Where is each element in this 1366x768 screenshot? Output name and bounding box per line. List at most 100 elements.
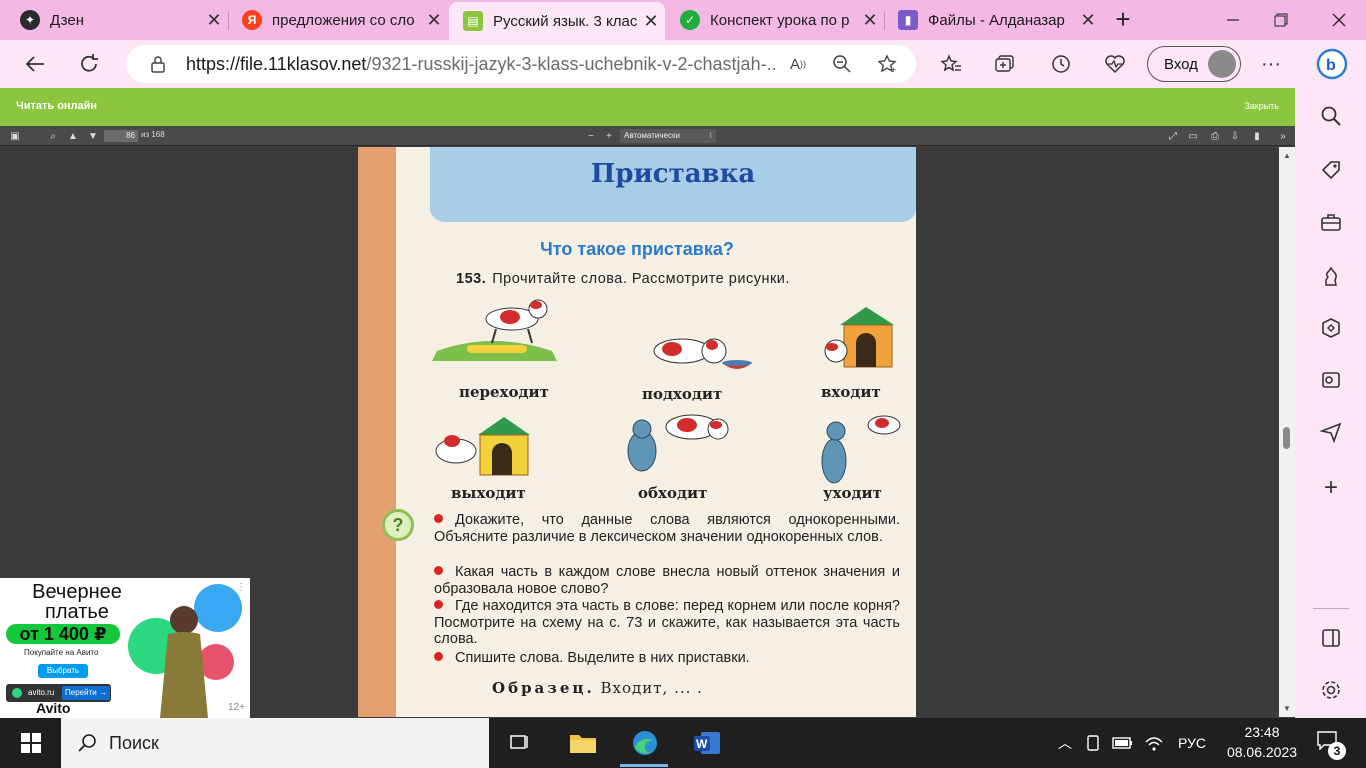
folder-icon: ▮	[898, 10, 918, 30]
microsoft-365-icon[interactable]	[1317, 314, 1345, 342]
notification-center-button[interactable]: 3	[1316, 730, 1346, 760]
sample-answer: Образец. Входит, ... .	[492, 679, 703, 697]
question-4: Спишите слова. Выделите в них приставки.	[434, 650, 900, 667]
games-chess-icon[interactable]	[1317, 262, 1345, 290]
url-text[interactable]: https://file.11klasov.net/9321-russkij-j…	[186, 54, 776, 75]
more-icon: ···	[1261, 52, 1281, 75]
tab-lesson-plan[interactable]: ✓ Конспект урока по р ✕	[666, 4, 885, 36]
battery-icon[interactable]	[1112, 718, 1138, 768]
shopping-tag-icon[interactable]	[1317, 156, 1345, 184]
add-favorite-icon[interactable]: +	[876, 52, 900, 76]
tab-files[interactable]: ▮ Файлы - Алданазар ✕	[884, 4, 1102, 36]
open-file-icon[interactable]: ▭	[1186, 129, 1200, 143]
dog-leaving-cat-illustration	[821, 415, 901, 484]
book-icon: ▤	[463, 11, 483, 31]
avito-ad-banner[interactable]: Вечернее платье от 1 400 ₽ Покупайте на …	[0, 578, 250, 718]
lock-icon[interactable]	[146, 52, 170, 76]
add-sidebar-app-icon[interactable]: +	[1317, 474, 1345, 502]
close-tab-icon[interactable]: ✕	[856, 10, 884, 31]
taskbar-search-box[interactable]: Поиск	[61, 718, 489, 768]
wifi-icon[interactable]	[1144, 718, 1168, 768]
word-ukhodit: уходит	[823, 484, 882, 502]
close-tab-icon[interactable]: ✕	[1074, 10, 1102, 31]
word-perekhodit: переходит	[459, 383, 549, 401]
more-menu-button[interactable]: ···	[1254, 48, 1288, 80]
navigation-bar: https://file.11klasov.net/9321-russkij-j…	[0, 40, 1366, 88]
pdf-scrollbar[interactable]: ▲ ▼	[1279, 147, 1295, 717]
new-tab-button[interactable]: +	[1108, 6, 1138, 34]
search-icon[interactable]: ⌕	[46, 129, 60, 143]
taskbar-clock[interactable]: 23:48 08.06.2023	[1222, 722, 1302, 762]
close-tab-icon[interactable]: ✕	[637, 11, 665, 32]
bookmark-icon[interactable]: ▮	[1250, 129, 1264, 143]
word-taskbar-button[interactable]: W	[691, 727, 723, 759]
refresh-button[interactable]	[72, 48, 106, 80]
presentation-mode-icon[interactable]: ⤢	[1166, 129, 1180, 143]
scroll-up-icon: ▲	[1283, 151, 1291, 160]
zoom-in-button[interactable]: +	[602, 129, 616, 143]
sidebar-settings-icon[interactable]	[1317, 676, 1345, 704]
dog-crossing-bridge-illustration	[432, 299, 557, 361]
previous-page-icon[interactable]: ▲	[66, 129, 80, 143]
textbook-page: Приставка Что такое приставка? 153. Прочи…	[358, 147, 916, 717]
next-page-icon[interactable]: ▼	[86, 129, 100, 143]
tab-yandex[interactable]: Я предложения со сло ✕	[228, 4, 448, 36]
favorites-icon	[940, 54, 961, 72]
toolbox-icon[interactable]	[1317, 208, 1345, 236]
svg-text:b: b	[1326, 57, 1336, 74]
tools-menu-icon[interactable]: »	[1276, 129, 1290, 143]
task-view-icon	[510, 735, 528, 749]
back-button[interactable]	[18, 48, 52, 80]
file-explorer-button[interactable]	[567, 727, 599, 759]
zoom-out-button[interactable]: −	[584, 129, 598, 143]
bing-button[interactable]: b	[1314, 46, 1350, 82]
history-button[interactable]	[1044, 48, 1078, 80]
zoom-out-icon[interactable]	[830, 52, 854, 76]
bullet-dot	[434, 652, 443, 661]
address-bar[interactable]: https://file.11klasov.net/9321-russkij-j…	[126, 45, 916, 83]
task-view-button[interactable]	[503, 727, 535, 759]
ad-headline: Вечернее платье	[32, 581, 122, 623]
sign-in-button[interactable]: Вход	[1147, 46, 1241, 82]
restore-button[interactable]	[1256, 0, 1306, 40]
ad-subtext: Покупайте на Авито	[24, 648, 99, 657]
tab-title: Файлы - Алданазар	[928, 11, 1065, 29]
sidebar-search-icon[interactable]	[1317, 102, 1345, 130]
print-icon[interactable]: ⎙	[1208, 129, 1222, 143]
edge-icon	[633, 731, 657, 755]
hide-sidebar-icon[interactable]	[1317, 624, 1345, 652]
collections-button[interactable]	[988, 48, 1022, 80]
start-button[interactable]	[15, 727, 47, 759]
outlook-icon[interactable]	[1317, 366, 1345, 394]
close-icon	[1332, 13, 1346, 27]
download-icon[interactable]: ⇩	[1228, 129, 1242, 143]
performance-button[interactable]	[1098, 48, 1132, 80]
tray-expand-icon[interactable]: ︿	[1054, 718, 1076, 768]
ad-choose-button[interactable]: Выбрать	[38, 664, 88, 678]
tray-phone-icon[interactable]	[1084, 718, 1106, 768]
sidebar-toggle-icon[interactable]: ▣	[8, 129, 22, 143]
page-number-input[interactable]: 86	[104, 130, 138, 142]
search-icon	[78, 734, 96, 752]
close-tab-icon[interactable]: ✕	[200, 10, 228, 31]
zoom-select[interactable]: Автоматически ⁝	[620, 129, 716, 143]
tab-zen[interactable]: ✦ Дзен ✕	[6, 4, 229, 36]
close-window-button[interactable]	[1314, 0, 1364, 40]
svg-text:+: +	[891, 65, 896, 74]
avito-logo: Avito	[36, 700, 71, 716]
page-count: из 168	[141, 130, 165, 139]
reader-close-link[interactable]: Закрыть	[1244, 101, 1279, 111]
dog-entering-doghouse-illustration	[824, 307, 894, 368]
input-language[interactable]: РУС	[1178, 718, 1206, 768]
close-tab-icon[interactable]: ✕	[420, 10, 448, 31]
ad-go-button[interactable]: Перейти →	[62, 686, 110, 700]
favorites-button[interactable]	[934, 48, 968, 80]
minimize-button[interactable]	[1208, 0, 1258, 40]
read-aloud-icon[interactable]: A))	[786, 52, 810, 76]
tab-russian-textbook[interactable]: ▤ Русский язык. 3 клас ✕	[449, 2, 665, 40]
scrollbar-thumb[interactable]	[1283, 427, 1290, 449]
windows-taskbar: Поиск W ︿ РУС 23:48 08.06.2023 3	[0, 718, 1366, 768]
send-icon[interactable]	[1317, 418, 1345, 446]
question-mark-icon: ?	[382, 509, 414, 541]
edge-taskbar-button[interactable]	[629, 727, 661, 759]
